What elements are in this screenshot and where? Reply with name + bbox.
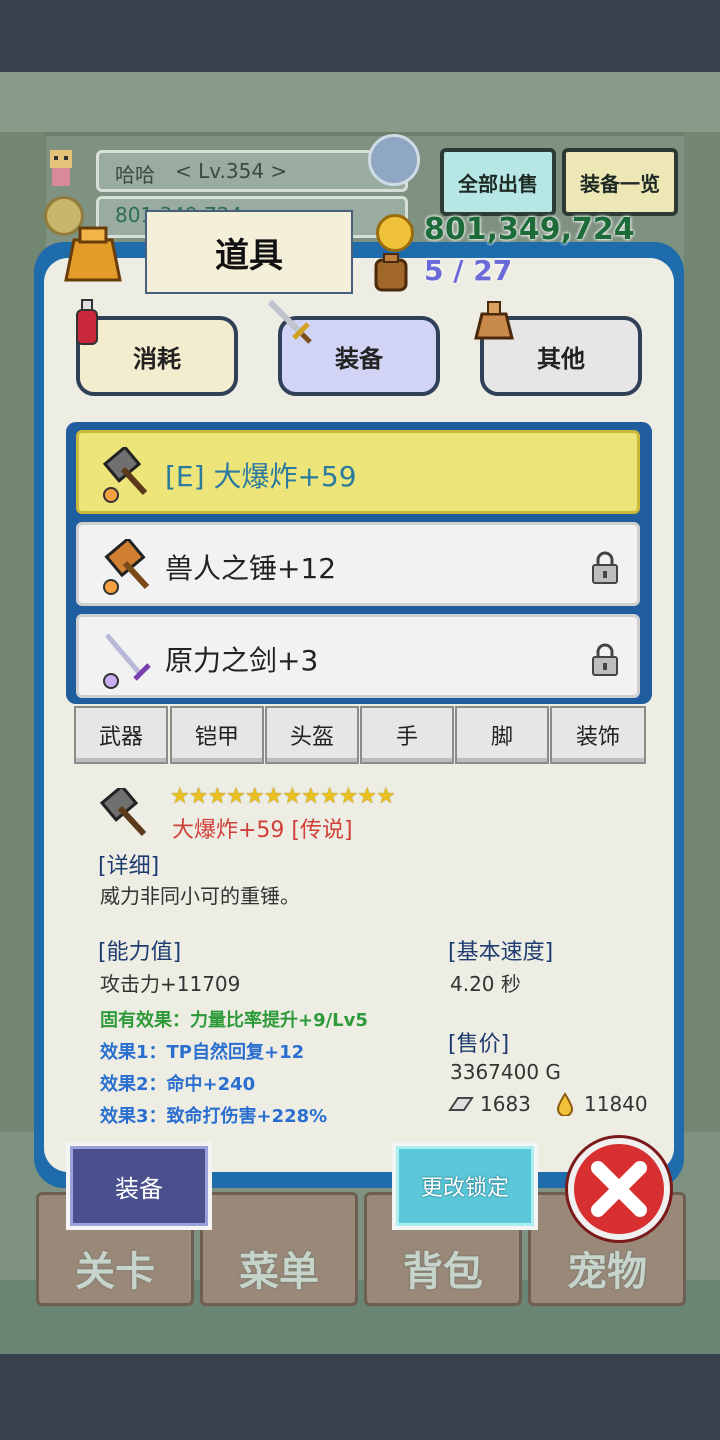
gold-coin-icon — [376, 214, 414, 252]
type-tab-helmet[interactable]: 头盔 — [265, 706, 359, 764]
innate-effect: 固有效果：力量比率提升+9/Lv5 — [100, 1010, 368, 1031]
type-tab-hand[interactable]: 手 — [360, 706, 454, 764]
item-name: 原力之剑+3 — [165, 644, 319, 677]
detail-item-name: 大爆炸+59 [传说] — [172, 818, 353, 843]
orb-icon — [368, 134, 420, 186]
price-label: [售价] — [448, 1032, 510, 1057]
bag-icon — [60, 220, 126, 286]
detail-item-icon — [100, 788, 147, 837]
item-row-selected[interactable]: [E] 大爆炸+59 — [76, 430, 640, 514]
pouch-icon — [472, 298, 516, 342]
effect-1: 效果1：TP自然回复+12 — [100, 1042, 305, 1063]
hammer-icon — [102, 447, 148, 503]
sell-all-button[interactable]: 全部出售 — [440, 148, 556, 216]
close-button[interactable] — [568, 1138, 670, 1240]
item-row[interactable]: 兽人之锤+12 — [76, 522, 640, 606]
close-icon — [591, 1161, 647, 1217]
tab-consumable[interactable]: 消耗 — [76, 316, 238, 396]
type-tab-weapon[interactable]: 武器 — [74, 706, 168, 764]
player-name: 哈哈 — [115, 163, 155, 187]
lock-icon[interactable] — [591, 551, 619, 585]
item-description: 威力非同小可的重锤。 — [100, 884, 300, 908]
item-row[interactable]: 原力之剑+3 — [76, 614, 640, 698]
silver-ingot-icon — [448, 1097, 474, 1111]
bag-capacity: 5 / 27 — [424, 254, 513, 287]
change-lock-button[interactable]: 更改锁定 — [392, 1142, 538, 1230]
gold-amount: 801,349,724 — [424, 212, 635, 247]
equip-button[interactable]: 装备 — [66, 1142, 212, 1230]
equip-list-button[interactable]: 装备一览 — [562, 148, 678, 216]
type-tab-armor[interactable]: 铠甲 — [170, 706, 264, 764]
type-tab-foot[interactable]: 脚 — [455, 706, 549, 764]
effect-2: 效果2：命中+240 — [100, 1074, 256, 1095]
speed-label: [基本速度] — [448, 940, 554, 965]
item-name: [E] 大爆炸+59 — [165, 460, 357, 493]
silver-amount: 1683 — [480, 1092, 531, 1116]
orc-hammer-icon — [103, 539, 150, 595]
speed-value: 4.20 秒 — [450, 972, 521, 996]
nav-menu[interactable]: 菜单 — [200, 1192, 358, 1306]
player-level: < Lv.354 > — [175, 159, 288, 183]
right-pillar — [684, 132, 720, 1132]
detail-label: [详细] — [98, 854, 160, 879]
attack-stat: 攻击力+11709 — [100, 972, 241, 996]
price-value: 3367400 G — [450, 1060, 561, 1084]
lock-icon[interactable] — [591, 643, 619, 677]
player-avatar — [44, 146, 78, 190]
backpack-icon — [372, 252, 410, 292]
rarity-stars: ★★★★★★★★★★★★ — [170, 784, 396, 809]
gold-drop-icon — [556, 1092, 574, 1116]
stats-label: [能力值] — [98, 940, 182, 965]
item-name: 兽人之锤+12 — [165, 552, 337, 585]
potion-icon — [74, 298, 100, 346]
gold-material-amount: 11840 — [584, 1092, 648, 1116]
scene-top-frame — [0, 72, 720, 136]
type-tab-accessory[interactable]: 装饰 — [550, 706, 646, 764]
effect-3: 效果3：致命打伤害+228% — [100, 1106, 328, 1127]
panel-title: 道具 — [145, 210, 353, 294]
force-sword-icon — [103, 633, 151, 689]
player-info-bar: 哈哈 < Lv.354 > — [96, 150, 408, 192]
sword-icon — [266, 298, 314, 346]
